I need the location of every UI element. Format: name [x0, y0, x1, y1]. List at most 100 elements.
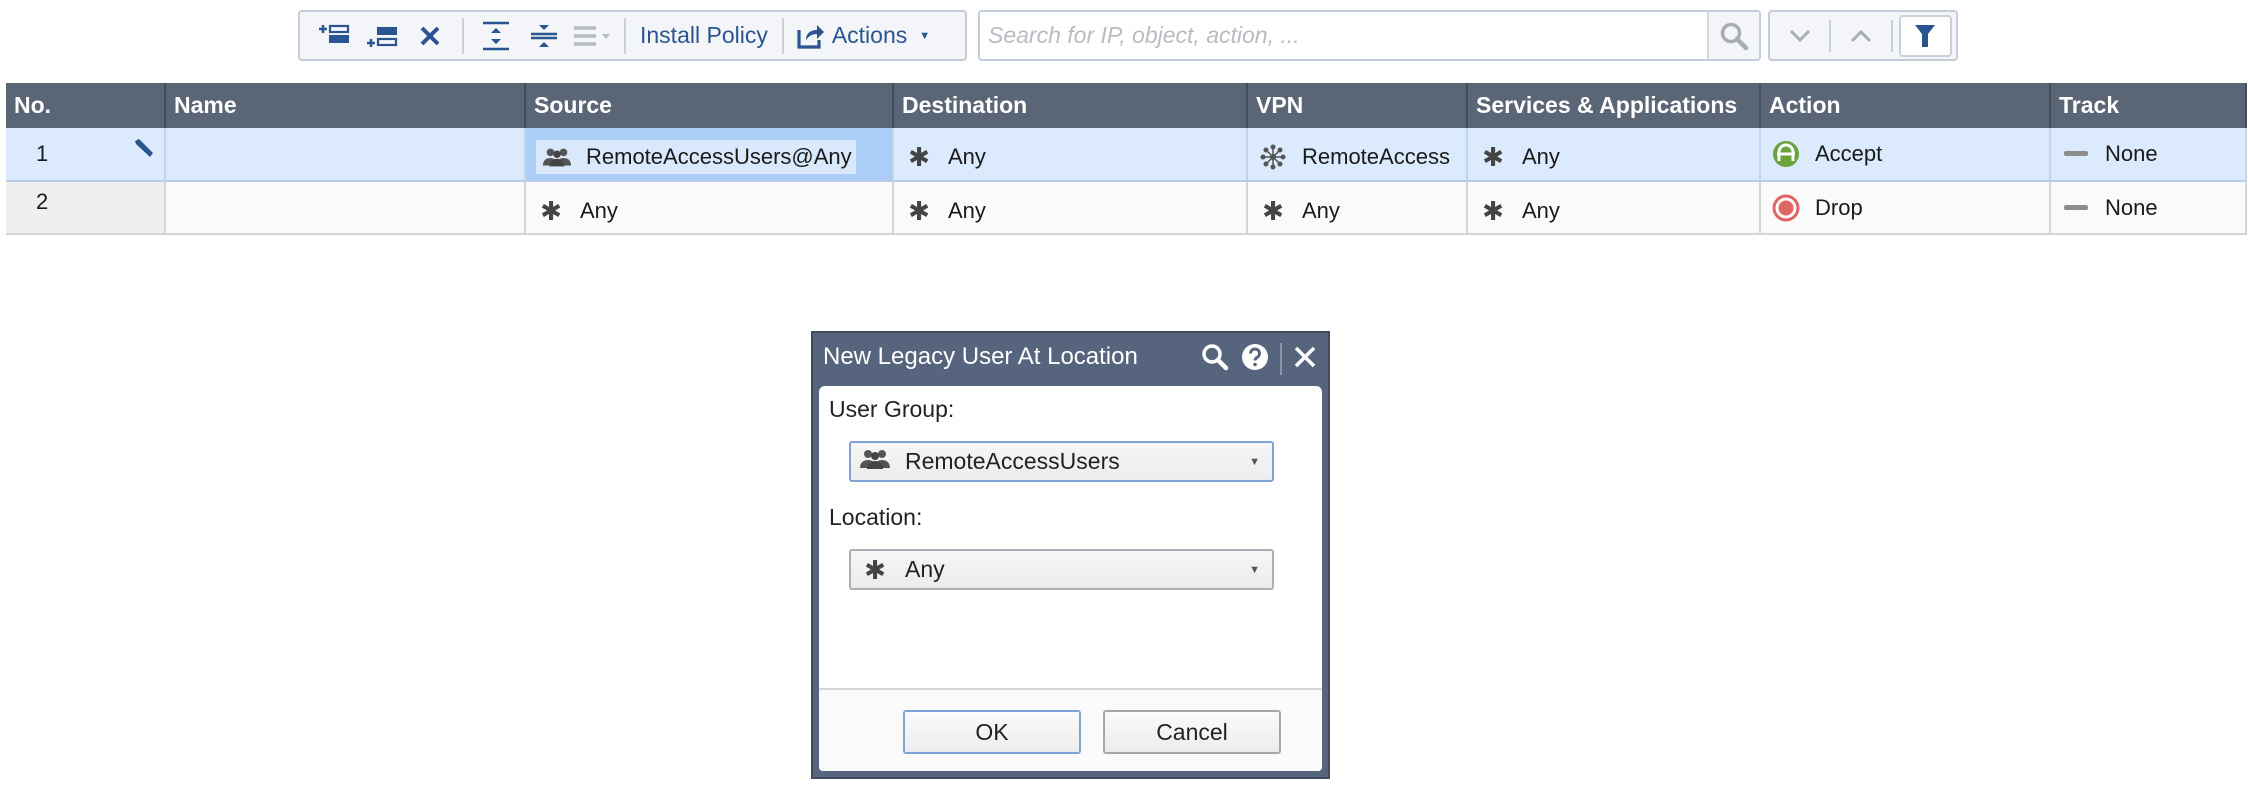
drop-icon [1771, 194, 1801, 222]
list-menu-icon [574, 25, 610, 46]
chevron-down-icon: ▼ [919, 29, 931, 42]
chevron-up-icon [1850, 29, 1872, 42]
nav-separator [1829, 19, 1832, 52]
source-cell[interactable]: RemoteAccessUsers@Any [525, 128, 894, 182]
vpn-label: Any [1302, 197, 1340, 223]
rule-toolbar: Install Policy Actions ▼ [298, 10, 967, 61]
add-rule-below-icon [367, 26, 398, 47]
chevron-down-icon: ▼ [1249, 563, 1260, 576]
add-rule-below-button[interactable] [358, 16, 406, 56]
sections-menu-button[interactable] [568, 16, 616, 56]
collapse-icon [531, 24, 557, 47]
toolbar-separator [781, 17, 784, 54]
location-value: Any [905, 556, 945, 582]
vpn-cell[interactable]: ✱ Any [1247, 181, 1468, 235]
install-policy-button[interactable]: Install Policy [634, 16, 774, 56]
vpn-community-icon [1258, 143, 1288, 171]
search-icon [1720, 22, 1749, 50]
search-input[interactable] [980, 12, 1707, 59]
toolbar-separator [462, 17, 464, 54]
nav-separator [1890, 19, 1893, 52]
filter-button[interactable] [1898, 14, 1952, 57]
location-dropdown[interactable]: ✱ Any ▼ [849, 549, 1274, 590]
rule-number: 1 [36, 141, 49, 166]
user-group-label: User Group: [829, 396, 955, 422]
column-header-track[interactable]: Track [2050, 83, 2247, 128]
add-rule-above-icon [319, 24, 350, 43]
services-cell[interactable]: ✱ Any [1467, 128, 1761, 182]
ok-button[interactable]: OK [903, 710, 1081, 754]
table-row[interactable]: 2 ✱ Any ✱ Any ✱ Any ✱ Any Drop None [6, 181, 2247, 235]
none-icon [2061, 150, 2091, 158]
column-header-no[interactable]: No. [6, 83, 166, 128]
cancel-button[interactable]: Cancel [1103, 710, 1281, 754]
toolbar-separator [624, 17, 626, 54]
rule-number: 2 [36, 188, 49, 214]
user-group-icon [542, 146, 572, 168]
dialog-close-button[interactable] [1292, 344, 1318, 375]
dialog-body: User Group: RemoteAccessUsers ▼ Location… [819, 386, 1322, 771]
column-header-vpn[interactable]: VPN [1247, 83, 1468, 128]
next-result-button[interactable] [1774, 16, 1825, 56]
close-icon [1294, 346, 1316, 367]
services-cell[interactable]: ✱ Any [1467, 181, 1761, 235]
vpn-cell[interactable]: RemoteAccess [1247, 128, 1468, 182]
any-icon: ✱ [1262, 195, 1284, 226]
none-icon [2061, 204, 2091, 212]
actions-menu-button[interactable]: Actions ▼ [792, 16, 934, 56]
column-header-name[interactable]: Name [165, 83, 526, 128]
any-icon: ✱ [1482, 195, 1504, 226]
destination-cell[interactable]: ✱ Any [893, 128, 1248, 182]
add-rule-above-button[interactable] [310, 16, 358, 56]
dialog-tool-separator [1280, 343, 1282, 375]
destination-label: Any [948, 197, 986, 223]
dialog-title: New Legacy User At Location [823, 343, 1138, 370]
help-icon [1242, 343, 1268, 370]
destination-label: Any [948, 144, 986, 169]
table-row[interactable]: 1 RemoteAccessUsers@Any ✱ Any RemoteAcce… [6, 128, 2247, 182]
search-button[interactable] [1707, 12, 1759, 59]
column-header-services[interactable]: Services & Applications [1467, 83, 1761, 128]
previous-result-button[interactable] [1835, 16, 1886, 56]
track-label: None [2105, 141, 2158, 166]
dialog-help-button[interactable] [1240, 342, 1270, 377]
source-object[interactable]: RemoteAccessUsers@Any [536, 140, 856, 174]
user-group-dropdown[interactable]: RemoteAccessUsers ▼ [849, 441, 1274, 482]
vpn-label: RemoteAccess [1302, 144, 1450, 169]
any-icon: ✱ [908, 142, 930, 172]
dialog-search-button[interactable] [1200, 342, 1230, 377]
search-icon [1202, 343, 1229, 370]
track-label: None [2105, 194, 2158, 220]
destination-cell[interactable]: ✱ Any [893, 181, 1248, 235]
column-header-destination[interactable]: Destination [893, 83, 1248, 128]
collapse-all-button[interactable] [520, 16, 568, 56]
action-label: Drop [1815, 194, 1863, 220]
rule-name-cell[interactable] [165, 181, 526, 235]
source-cell[interactable]: ✱ Any [525, 181, 894, 235]
action-cell[interactable]: Drop [1760, 181, 2051, 235]
source-label: RemoteAccessUsers@Any [586, 144, 852, 169]
action-cell[interactable]: Accept [1760, 128, 2051, 182]
expand-icon [483, 21, 509, 50]
expand-all-button[interactable] [472, 16, 520, 56]
rule-number-cell[interactable]: 2 [6, 181, 166, 235]
user-group-icon [859, 448, 891, 476]
delete-rule-button[interactable] [406, 16, 454, 56]
rule-name-cell[interactable] [165, 128, 526, 182]
track-cell[interactable]: None [2050, 181, 2247, 235]
dialog-footer: OK Cancel [819, 688, 1322, 771]
any-icon: ✱ [864, 554, 886, 585]
result-navigation [1768, 10, 1958, 61]
column-header-action[interactable]: Action [1760, 83, 2051, 128]
track-cell[interactable]: None [2050, 128, 2247, 182]
chevron-down-icon [1789, 29, 1810, 42]
any-icon: ✱ [1482, 142, 1504, 172]
search-box [978, 10, 1761, 61]
table-header: No. Name Source Destination VPN Services… [6, 83, 2247, 128]
column-header-source[interactable]: Source [525, 83, 894, 128]
rule-number-cell[interactable]: 1 [6, 128, 166, 182]
services-label: Any [1522, 197, 1560, 223]
dialog-title-tools [1200, 339, 1318, 379]
accept-icon [1771, 140, 1801, 168]
any-icon: ✱ [540, 195, 562, 226]
